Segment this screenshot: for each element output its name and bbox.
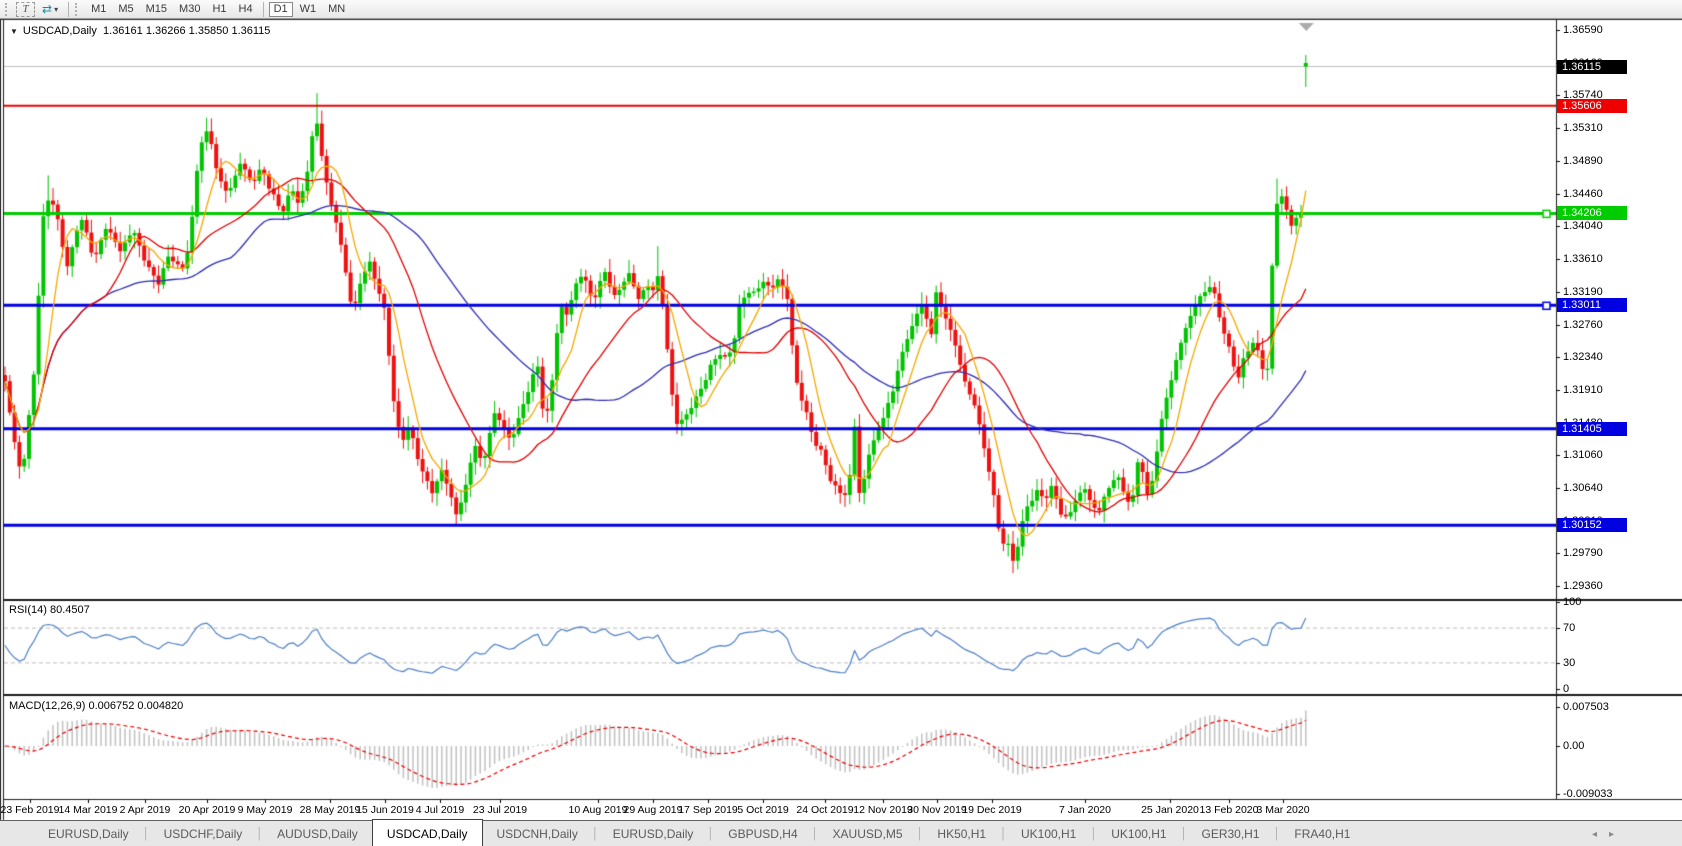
tab-separator: │: [1090, 821, 1097, 846]
chart-tab-usdcnh-daily[interactable]: USDCNH,Daily: [483, 821, 592, 846]
toolbar-grip[interactable]: [5, 3, 11, 16]
chart-tab-fra40-h1[interactable]: FRA40,H1: [1280, 821, 1364, 846]
tab-separator: │: [592, 821, 599, 846]
chart-tab-xauusd-m5[interactable]: XAUUSD,M5: [819, 821, 917, 846]
timeframe-button-mn[interactable]: MN: [323, 2, 350, 17]
chevron-down-icon: ▾: [54, 5, 58, 14]
timeframe-button-m15[interactable]: M15: [141, 2, 172, 17]
text-tool-button[interactable]: T: [16, 2, 35, 17]
tab-scroll-controls: ◂ ▸: [1592, 821, 1614, 846]
timeframe-button-w1[interactable]: W1: [295, 2, 322, 17]
chart-tab-uk100-h1[interactable]: UK100,H1: [1097, 821, 1180, 846]
tab-separator: │: [143, 821, 150, 846]
toolbar-separator: [263, 2, 264, 17]
timeframe-button-m30[interactable]: M30: [174, 2, 205, 17]
tab-separator: │: [812, 821, 819, 846]
chart-tab-uk100-h1[interactable]: UK100,H1: [1007, 821, 1090, 846]
mt4-window: T ⇄ ▾ M1M5M15M30H1H4D1W1MN ▼USDCAD,Daily…: [0, 0, 1682, 846]
chart-tab-usdcad-daily[interactable]: USDCAD,Daily: [372, 819, 483, 846]
objects-tool-button[interactable]: ⇄ ▾: [37, 2, 63, 17]
tab-separator: │: [1000, 821, 1007, 846]
timeframe-button-m1[interactable]: M1: [86, 2, 111, 17]
timeframe-button-h1[interactable]: H1: [207, 2, 231, 17]
tab-separator: │: [917, 821, 924, 846]
chart-tab-hk50-h1[interactable]: HK50,H1: [923, 821, 1000, 846]
chart-tab-audusd-daily[interactable]: AUDUSD,Daily: [263, 821, 372, 846]
tab-separator: │: [256, 821, 263, 846]
chart-tabs: EURUSD,Daily│USDCHF,Daily│AUDUSD,DailyUS…: [34, 821, 1364, 846]
chart-tab-ger30-h1[interactable]: GER30,H1: [1187, 821, 1273, 846]
timeframe-button-h4[interactable]: H4: [234, 2, 258, 17]
tab-scroll-right-icon[interactable]: ▸: [1609, 829, 1614, 840]
chart-tab-bar: EURUSD,Daily│USDCHF,Daily│AUDUSD,DailyUS…: [0, 820, 1682, 846]
tab-separator: │: [1274, 821, 1281, 846]
objects-tool-icon: ⇄: [42, 4, 52, 14]
toolbar-separator: [68, 2, 69, 17]
toolbar-grip[interactable]: [75, 3, 81, 16]
timeframe-button-d1[interactable]: D1: [269, 2, 293, 17]
timeframe-button-m5[interactable]: M5: [113, 2, 138, 17]
chart-tab-eurusd-daily[interactable]: EURUSD,Daily: [599, 821, 708, 846]
chart-canvas[interactable]: [0, 0, 1682, 846]
timeframe-group: M1M5M15M30H1H4 D1W1MN: [85, 2, 351, 17]
tab-separator: │: [1181, 821, 1188, 846]
tab-scroll-left-icon[interactable]: ◂: [1592, 829, 1597, 840]
chart-tab-eurusd-daily[interactable]: EURUSD,Daily: [34, 821, 143, 846]
tab-separator: │: [707, 821, 714, 846]
chart-tab-usdchf-daily[interactable]: USDCHF,Daily: [150, 821, 257, 846]
chart-tab-gbpusd-h4[interactable]: GBPUSD,H4: [714, 821, 811, 846]
toolbar: T ⇄ ▾ M1M5M15M30H1H4 D1W1MN: [0, 0, 1682, 19]
